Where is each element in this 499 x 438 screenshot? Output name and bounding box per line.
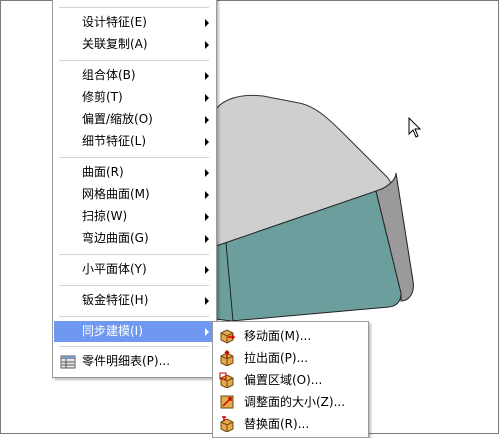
menu-item-label: 钣金特征(H) (82, 293, 149, 307)
submenu-arrow-icon (205, 94, 209, 102)
submenu-arrow-icon (205, 72, 209, 80)
menu-separator (59, 285, 209, 286)
submenu-item-label: 偏置区域(O)... (244, 373, 323, 387)
submenu-item-replace-face[interactable]: 替换面(R)... (214, 413, 367, 435)
menu-item-surface[interactable]: 曲面(R) (54, 162, 215, 183)
submenu-arrow-icon (205, 266, 209, 274)
menu-item-facet-body[interactable]: 小平面体(Y) (54, 259, 215, 280)
submenu-arrow-icon (205, 116, 209, 124)
submenu-arrow-icon (205, 213, 209, 221)
menu-separator (59, 254, 209, 255)
submenu-item-label: 调整面的大小(Z)... (244, 395, 346, 409)
menu-item-synchronous-modeling[interactable]: 同步建模(I) (54, 321, 215, 342)
pull-face-icon (220, 350, 234, 366)
menu-item-design-feature[interactable]: 设计特征(E) (54, 12, 215, 33)
menu-item-label: 曲面(R) (82, 165, 124, 179)
menu-item-sweep[interactable]: 扫掠(W) (54, 206, 215, 227)
submenu-arrow-icon (205, 328, 209, 336)
resize-face-icon (220, 395, 234, 409)
menu-item-label: 网格曲面(M) (82, 187, 150, 201)
menu-item-trim[interactable]: 修剪(T) (54, 87, 215, 108)
menu-item-label: 组合体(B) (82, 68, 136, 82)
menu-item-label: 关联复制(A) (82, 37, 148, 51)
insert-context-menu: 设计特征(E) 关联复制(A) 组合体(B) 修剪(T) 偏置/缩放(O) 细节… (52, 0, 217, 378)
menu-separator (59, 157, 209, 158)
menu-item-label: 细节特征(L) (82, 134, 147, 148)
submenu-item-resize-face[interactable]: 调整面的大小(Z)... (214, 391, 367, 413)
submenu-item-pull-face[interactable]: 拉出面(P)... (214, 347, 367, 369)
parts-list-icon (60, 355, 76, 369)
menu-separator (59, 7, 209, 8)
menu-item-label: 零件明细表(P)... (82, 354, 171, 368)
menu-item-associative-copy[interactable]: 关联复制(A) (54, 34, 215, 55)
menu-item-parts-list[interactable]: 零件明细表(P)... (54, 351, 215, 372)
menu-separator (59, 60, 209, 61)
submenu-item-label: 替换面(R)... (244, 417, 310, 431)
submenu-item-label: 拉出面(P)... (244, 351, 309, 365)
menu-item-label: 扫掠(W) (82, 209, 128, 223)
menu-item-label: 同步建模(I) (82, 324, 143, 338)
menu-item-sheet-metal-feature[interactable]: 钣金特征(H) (54, 290, 215, 311)
submenu-item-offset-region[interactable]: 偏置区域(O)... (214, 369, 367, 391)
menu-item-offset-scale[interactable]: 偏置/缩放(O) (54, 109, 215, 130)
submenu-item-move-face[interactable]: 移动面(M)... (214, 325, 367, 347)
menu-separator (59, 346, 209, 347)
menu-item-label: 修剪(T) (82, 90, 123, 104)
replace-face-icon (220, 416, 234, 432)
submenu-arrow-icon (205, 19, 209, 27)
menu-item-label: 设计特征(E) (82, 15, 147, 29)
submenu-arrow-icon (205, 41, 209, 49)
offset-region-icon (219, 372, 234, 388)
submenu-arrow-icon (205, 235, 209, 243)
submenu-arrow-icon (205, 297, 209, 305)
mouse-cursor-icon (408, 117, 422, 138)
synchronous-modeling-submenu: 移动面(M)... 拉出面(P)... 偏置区域(O)... 调整面的大小(Z)… (212, 321, 369, 438)
move-face-icon (220, 329, 235, 344)
menu-item-mesh-surface[interactable]: 网格曲面(M) (54, 184, 215, 205)
menu-item-detail-feature[interactable]: 细节特征(L) (54, 131, 215, 152)
menu-item-combine[interactable]: 组合体(B) (54, 65, 215, 86)
menu-item-label: 偏置/缩放(O) (82, 112, 153, 126)
menu-item-label: 小平面体(Y) (82, 262, 147, 276)
menu-item-label: 弯边曲面(G) (82, 231, 149, 245)
submenu-arrow-icon (205, 138, 209, 146)
submenu-arrow-icon (205, 191, 209, 199)
menu-item-flange-surface[interactable]: 弯边曲面(G) (54, 228, 215, 249)
submenu-item-label: 移动面(M)... (244, 329, 312, 343)
submenu-arrow-icon (205, 169, 209, 177)
menu-separator (59, 316, 209, 317)
